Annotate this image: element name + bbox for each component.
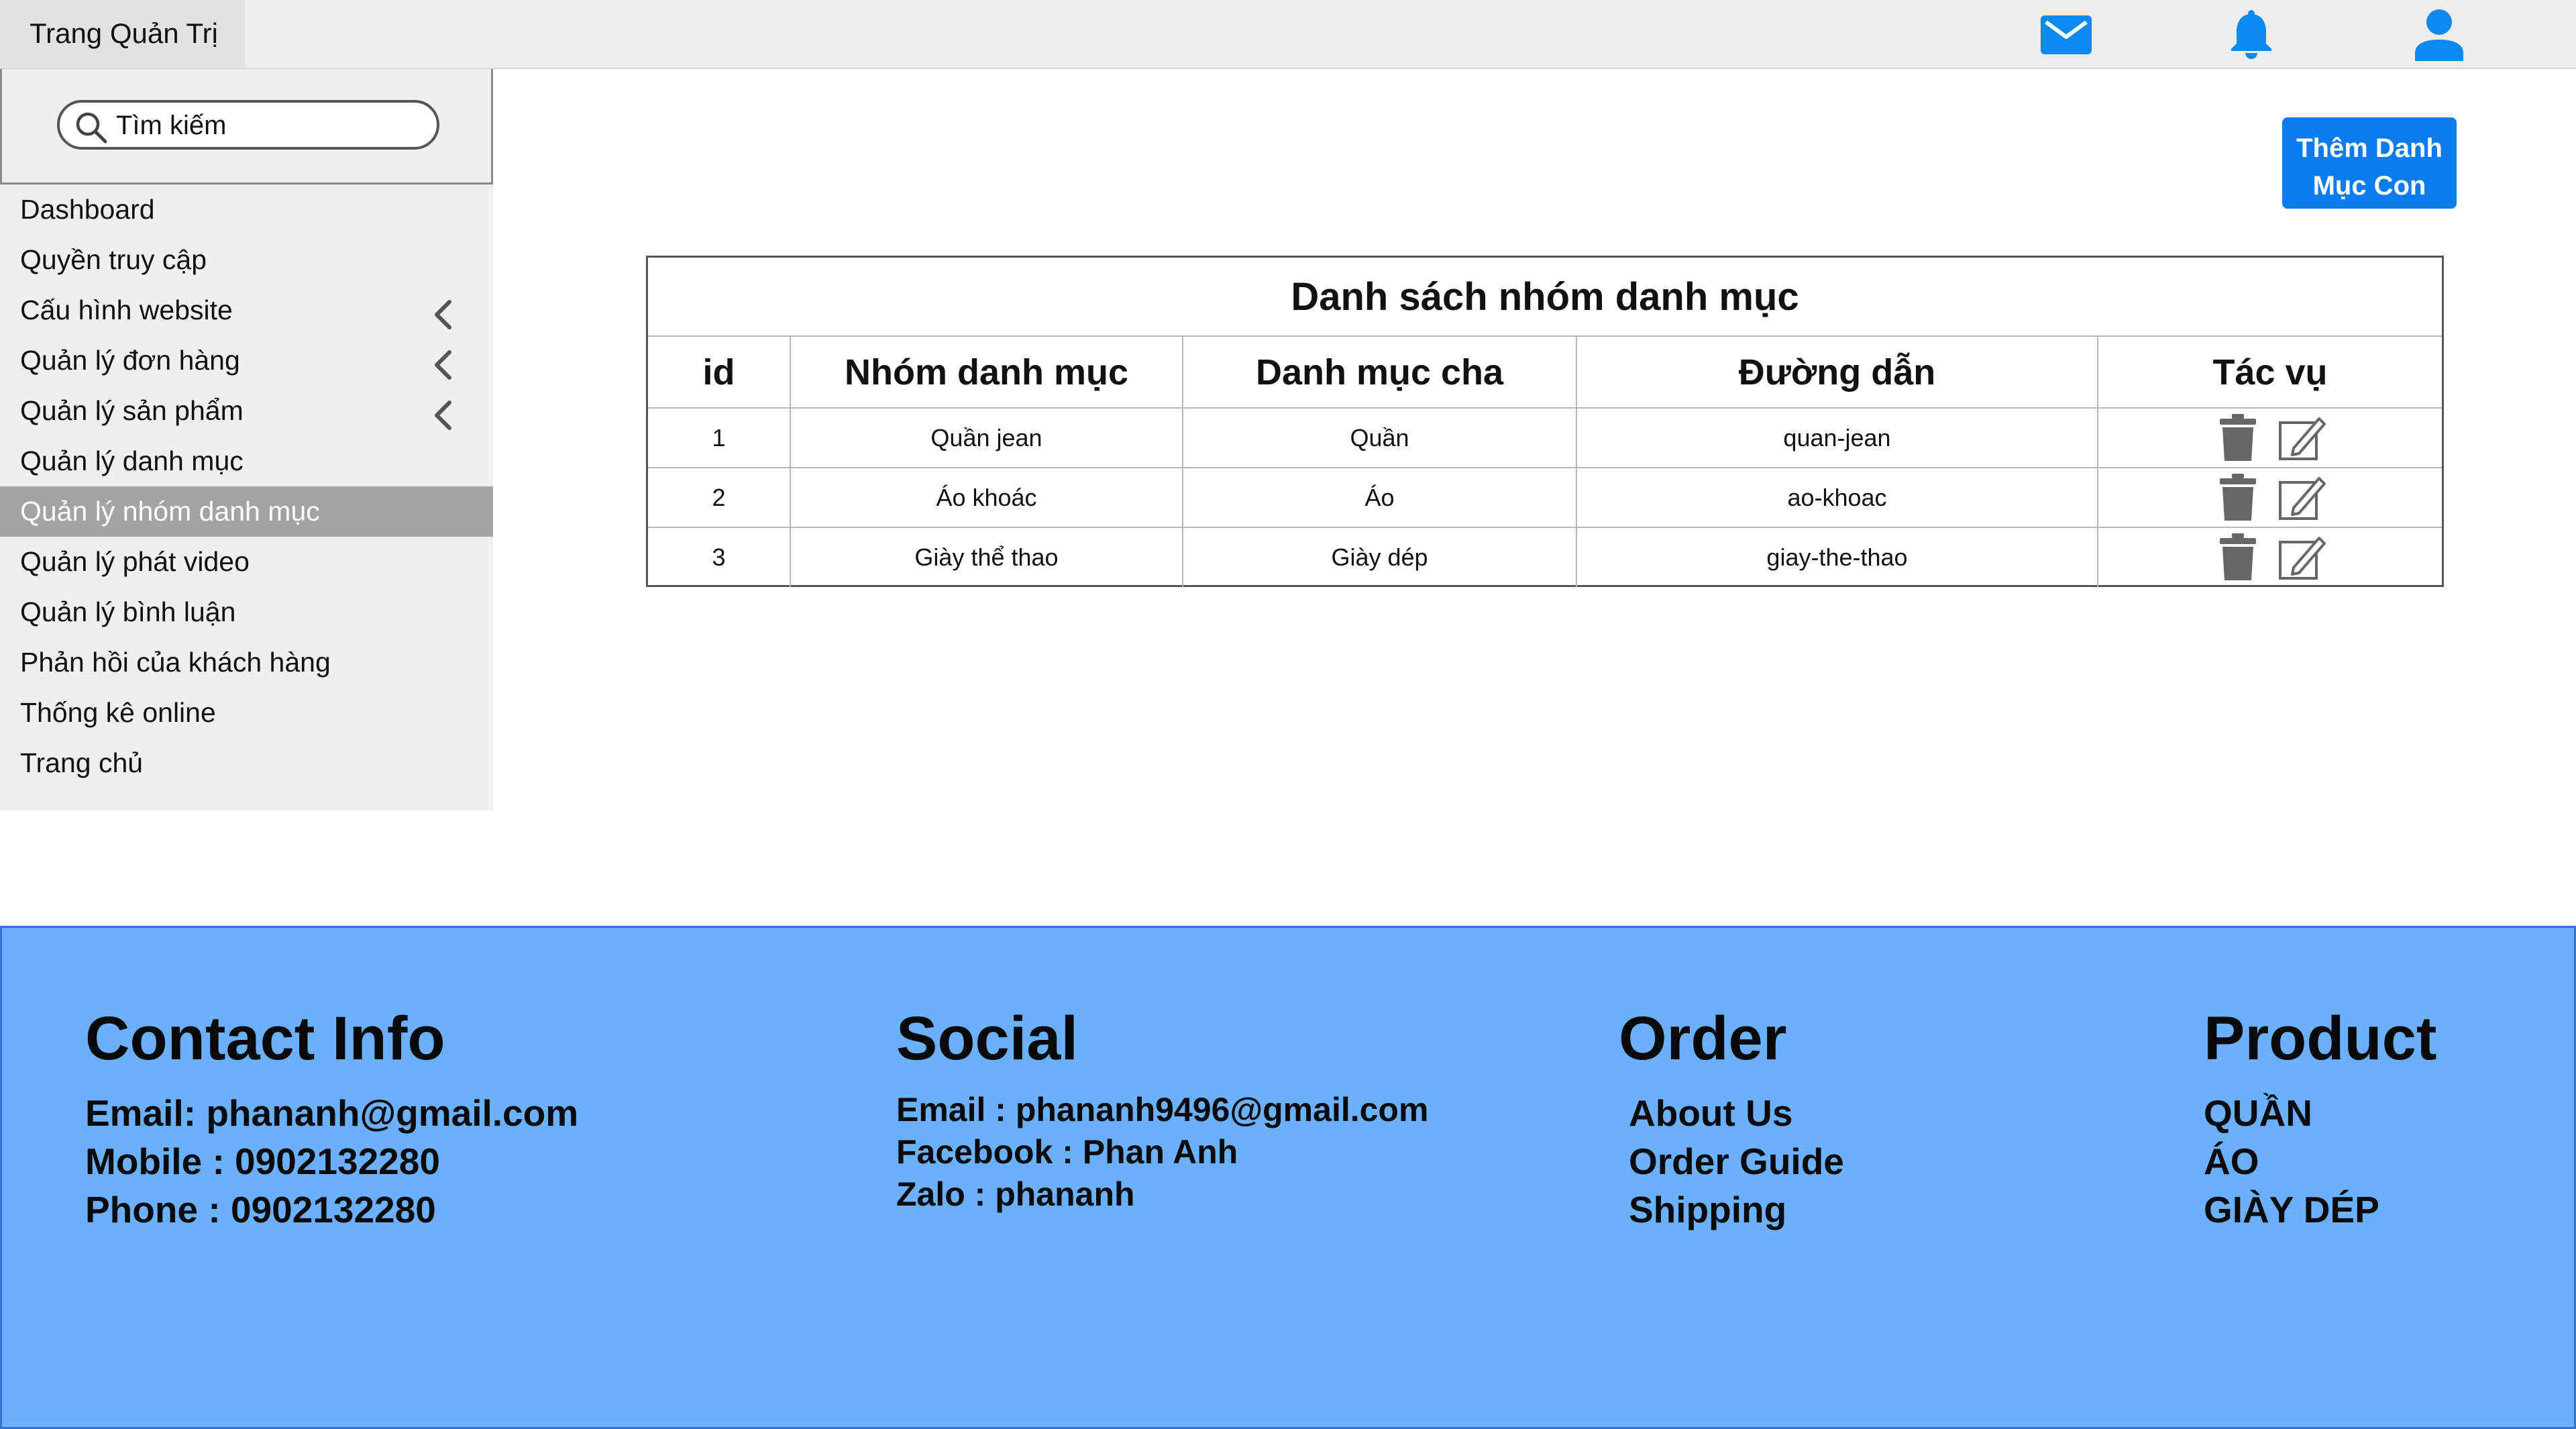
sidebar-item-comments[interactable]: Quản lý bình luận	[0, 587, 493, 637]
sidebar-item-categories[interactable]: Quản lý danh mục	[0, 436, 493, 486]
sidebar-item-home[interactable]: Trang chủ	[0, 738, 493, 788]
table-row: 2 Áo khoác Áo ao-khoac	[648, 468, 2442, 528]
sidebar-item-orders[interactable]: Quản lý đơn hàng	[0, 335, 493, 386]
contact-mobile[interactable]: Mobile : 0902132280	[85, 1137, 578, 1185]
footer-heading-order: Order	[1619, 1004, 1787, 1073]
product-link-quan[interactable]: QUẦN	[2204, 1089, 2437, 1137]
category-group-table: Danh sách nhóm danh mục id Nhóm danh mục…	[646, 256, 2444, 587]
table-row: 1 Quần jean Quần quan-jean	[648, 408, 2442, 468]
user-icon[interactable]	[2412, 8, 2466, 62]
contact-phone[interactable]: Phone : 0902132280	[85, 1185, 578, 1234]
column-header-id[interactable]: id	[648, 337, 791, 409]
social-email[interactable]: Email : phananh9496@gmail.com	[896, 1089, 1428, 1131]
search-icon	[74, 111, 108, 148]
search-box[interactable]	[57, 100, 439, 150]
column-header-slug[interactable]: Đường dẫn	[1576, 337, 2098, 409]
column-header-parent[interactable]: Danh mục cha	[1183, 337, 1577, 409]
product-link-ao[interactable]: ÁO	[2204, 1137, 2437, 1185]
cell-parent: Áo	[1183, 468, 1577, 528]
cell-id: 1	[648, 408, 791, 468]
sidebar-item-access-rights[interactable]: Quyền truy cập	[0, 235, 493, 285]
sidebar-item-label: Quản lý đơn hàng	[20, 345, 240, 376]
cell-group: Quần jean	[790, 408, 1183, 468]
trash-icon[interactable]	[2218, 533, 2257, 582]
sidebar-menu: Dashboard Quyền truy cập Cấu hình websit…	[0, 184, 493, 788]
bell-icon[interactable]	[2224, 8, 2278, 62]
edit-icon[interactable]	[2277, 534, 2328, 581]
footer: Contact Info Email: phananh@gmail.com Mo…	[0, 926, 2576, 1429]
footer-order: Order About Us Order Guide Shipping	[1619, 1002, 1844, 1234]
sidebar-item-website-config[interactable]: Cấu hình website	[0, 285, 493, 335]
order-link-order-guide[interactable]: Order Guide	[1629, 1137, 1844, 1185]
footer-heading-product: Product	[2204, 1004, 2437, 1073]
sidebar-item-label: Trang chủ	[20, 747, 144, 778]
product-link-giay-dep[interactable]: GIÀY DÉP	[2204, 1185, 2437, 1234]
table-title: Danh sách nhóm danh mục	[648, 258, 2442, 337]
footer-product: Product QUẦN ÁO GIÀY DÉP	[2204, 1002, 2437, 1234]
sidebar-item-label: Quản lý nhóm danh mục	[20, 496, 320, 527]
trash-icon[interactable]	[2218, 473, 2257, 522]
cell-id: 2	[648, 468, 791, 528]
cell-slug: ao-khoac	[1576, 468, 2098, 528]
search-input[interactable]	[116, 108, 425, 143]
app-title[interactable]: Trang Quản Trị	[0, 0, 245, 67]
search-area	[0, 69, 493, 184]
trash-icon[interactable]	[2218, 413, 2257, 462]
cell-actions	[2098, 408, 2442, 468]
footer-social: Social Email : phananh9496@gmail.com Fac…	[896, 1002, 1428, 1216]
table-header-row: id Nhóm danh mục Danh mục cha Đường dẫn …	[648, 337, 2442, 409]
edit-icon[interactable]	[2277, 474, 2328, 521]
top-bar: Trang Quản Trị	[0, 0, 2576, 69]
sidebar-item-feedback[interactable]: Phản hồi của khách hàng	[0, 637, 493, 688]
sidebar-item-label: Quản lý phát video	[20, 546, 250, 577]
sidebar-item-label: Quản lý sản phẩm	[20, 395, 244, 426]
sidebar-item-label: Dashboard	[20, 194, 155, 225]
social-zalo[interactable]: Zalo : phananh	[896, 1173, 1428, 1216]
column-header-actions: Tác vụ	[2098, 337, 2442, 409]
sidebar-item-label: Quyền truy cập	[20, 244, 207, 275]
sidebar-item-label: Cấu hình website	[20, 295, 233, 325]
sidebar-item-category-groups[interactable]: Quản lý nhóm danh mục	[0, 486, 493, 537]
sidebar-item-online-stats[interactable]: Thống kê online	[0, 688, 493, 738]
column-header-group[interactable]: Nhóm danh mục	[790, 337, 1183, 409]
cell-slug: quan-jean	[1576, 408, 2098, 468]
order-link-about-us[interactable]: About Us	[1629, 1089, 1844, 1137]
footer-heading-social: Social	[896, 1004, 1079, 1073]
cell-id: 3	[648, 527, 791, 587]
cell-actions	[2098, 527, 2442, 587]
sidebar: Dashboard Quyền truy cập Cấu hình websit…	[0, 69, 493, 810]
mail-icon[interactable]	[2039, 8, 2093, 62]
add-subcategory-button[interactable]: Thêm Danh Mục Con	[2282, 117, 2457, 209]
table-row: 3 Giày thể thao Giày dép giay-the-thao	[648, 527, 2442, 587]
edit-icon[interactable]	[2277, 415, 2328, 462]
sidebar-item-label: Quản lý bình luận	[20, 596, 236, 627]
table-grid: id Nhóm danh mục Danh mục cha Đường dẫn …	[648, 337, 2442, 587]
sidebar-item-label: Thống kê online	[20, 697, 216, 728]
order-link-shipping[interactable]: Shipping	[1629, 1185, 1844, 1234]
contact-email[interactable]: Email: phananh@gmail.com	[85, 1089, 578, 1137]
footer-contact: Contact Info Email: phananh@gmail.com Mo…	[85, 1002, 578, 1234]
cell-group: Áo khoác	[790, 468, 1183, 528]
cell-slug: giay-the-thao	[1576, 527, 2098, 587]
footer-heading-contact: Contact Info	[85, 1004, 445, 1073]
sidebar-item-label: Phản hồi của khách hàng	[20, 647, 331, 678]
cell-parent: Giày dép	[1183, 527, 1577, 587]
sidebar-item-products[interactable]: Quản lý sản phẩm	[0, 386, 493, 436]
sidebar-item-label: Quản lý danh mục	[20, 445, 244, 476]
sidebar-item-videos[interactable]: Quản lý phát video	[0, 537, 493, 587]
cell-group: Giày thể thao	[790, 527, 1183, 587]
sidebar-item-dashboard[interactable]: Dashboard	[0, 184, 493, 235]
cell-actions	[2098, 468, 2442, 528]
cell-parent: Quần	[1183, 408, 1577, 468]
social-facebook[interactable]: Facebook : Phan Anh	[896, 1131, 1428, 1173]
